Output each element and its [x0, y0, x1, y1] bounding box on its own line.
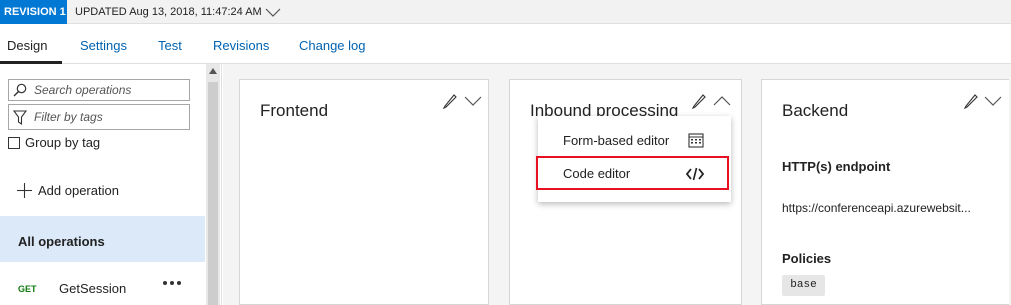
pencil-icon[interactable] — [442, 93, 458, 109]
chevron-down-icon[interactable] — [464, 96, 482, 106]
revision-badge[interactable]: REVISION 1 — [0, 0, 67, 24]
chevron-down-icon[interactable] — [984, 96, 1002, 106]
code-editor-item[interactable]: Code editor — [538, 157, 731, 191]
backend-card: Backend HTTP(s) endpoint https://confere… — [761, 79, 1009, 305]
tab-settings[interactable]: Settings — [80, 38, 127, 53]
group-by-tag-label: Group by tag — [25, 135, 101, 150]
form-editor-icon — [688, 133, 704, 148]
backend-title: Backend — [782, 101, 849, 120]
add-operation-label: Add operation — [38, 183, 119, 198]
editor-dropdown-menu: Form-based editor Code editor — [538, 116, 731, 202]
policies-label: Policies — [782, 251, 832, 266]
search-input[interactable] — [34, 80, 184, 100]
tab-bar: Design Settings Test Revisions Change lo… — [0, 25, 1011, 64]
chevron-up-icon[interactable] — [713, 96, 731, 106]
http-endpoint-value: https://conferenceapi.azurewebsit... — [782, 201, 971, 215]
http-endpoint-label: HTTP(s) endpoint — [782, 159, 891, 174]
operations-panel: Group by tag Add operation All operation… — [0, 64, 222, 305]
all-operations-label: All operations — [18, 234, 105, 249]
code-editor-label: Code editor — [563, 166, 631, 181]
filter-tags-box[interactable] — [8, 104, 190, 130]
form-based-editor-label: Form-based editor — [563, 133, 670, 148]
frontend-card: Frontend — [239, 79, 489, 305]
tab-design[interactable]: Design — [7, 38, 47, 53]
all-operations-item[interactable]: All operations — [0, 216, 205, 262]
tab-test[interactable]: Test — [158, 38, 182, 53]
tab-change-log[interactable]: Change log — [299, 38, 366, 53]
base-policy-tag[interactable]: base — [782, 275, 825, 296]
pencil-icon[interactable] — [691, 93, 707, 109]
filter-input[interactable] — [34, 105, 184, 129]
form-based-editor-item[interactable]: Form-based editor — [538, 123, 731, 157]
revision-updated-text[interactable]: UPDATED Aug 13, 2018, 11:47:24 AM — [75, 0, 262, 24]
revision-bar: REVISION 1 UPDATED Aug 13, 2018, 11:47:2… — [0, 0, 1011, 24]
operation-method-badge: GET — [18, 284, 37, 294]
operation-name: GetSession — [59, 281, 127, 296]
filter-icon — [13, 110, 27, 125]
scrollbar-thumb[interactable] — [208, 82, 218, 305]
operation-row[interactable]: GET GetSession — [0, 274, 205, 302]
search-icon — [13, 83, 27, 97]
search-operations-box[interactable] — [8, 79, 190, 101]
code-editor-icon — [686, 167, 704, 181]
scroll-up-arrow-icon[interactable] — [209, 68, 217, 74]
pencil-icon[interactable] — [963, 93, 979, 109]
more-options-icon[interactable] — [162, 280, 182, 286]
tab-revisions[interactable]: Revisions — [213, 38, 269, 53]
sidebar-scrollbar[interactable] — [206, 64, 220, 305]
group-by-tag-checkbox[interactable] — [8, 137, 20, 149]
frontend-title: Frontend — [260, 101, 329, 120]
chevron-down-icon[interactable] — [265, 6, 281, 18]
plus-icon — [17, 183, 32, 198]
